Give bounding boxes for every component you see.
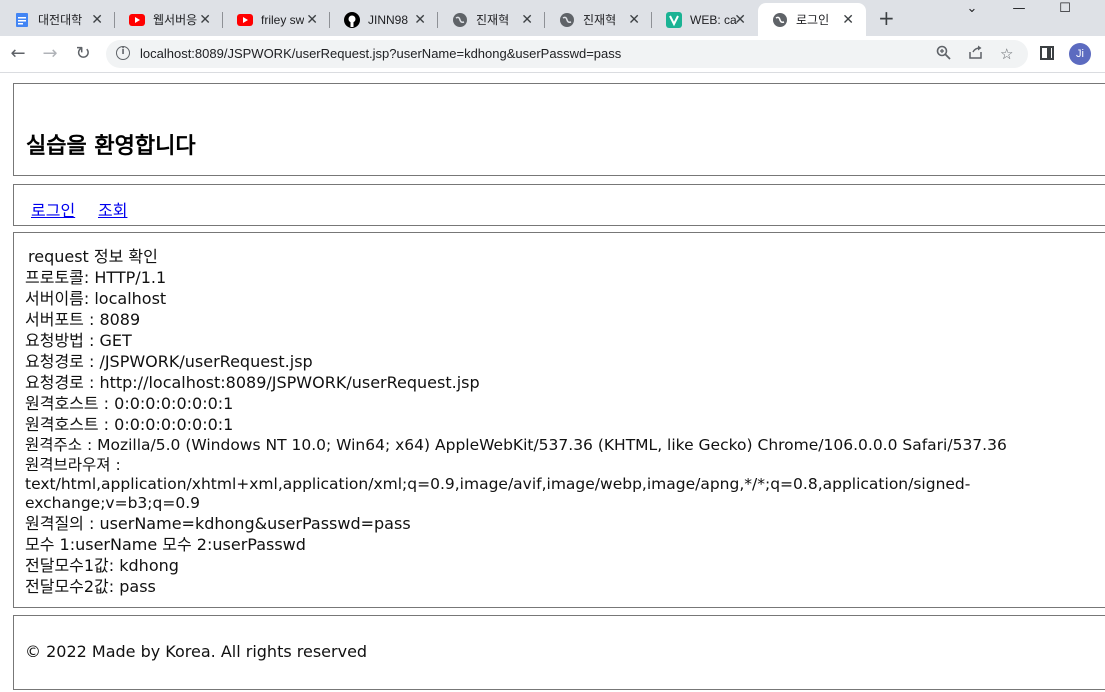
- star-icon[interactable]: ☆: [1000, 45, 1013, 63]
- content-section: request 정보 확인 프로토콜: HTTP/1.1 서버이름: local…: [13, 232, 1105, 608]
- close-icon[interactable]: ✕: [199, 11, 211, 27]
- globe-icon: [452, 12, 468, 28]
- tab-0[interactable]: 대전대학 ✕: [0, 3, 115, 36]
- tab-label: JINN98: [368, 12, 409, 27]
- maximize-icon[interactable]: ☐: [1042, 0, 1088, 20]
- remote-browser-line: 원격브라우져 : text/html,application/xhtml+xml…: [25, 456, 971, 512]
- footer-section: © 2022 Made by Korea. All rights reserve…: [13, 615, 1105, 690]
- info-icon[interactable]: i: [116, 46, 130, 60]
- address-bar[interactable]: i localhost:8089/JSPWORK/userRequest.jsp…: [106, 40, 1028, 68]
- tab-label: friley sw: [261, 12, 305, 27]
- method-line: 요청방법 : GET: [25, 331, 132, 350]
- chevron-down-icon[interactable]: ⌄: [949, 0, 995, 20]
- youtube-icon: [237, 12, 253, 28]
- close-icon[interactable]: ✕: [628, 11, 640, 27]
- tab-7-active[interactable]: 로그인 ✕: [758, 3, 866, 36]
- reload-icon[interactable]: ↻: [73, 44, 93, 64]
- page-body: 실습을 환영합니다 로그인 조회 request 정보 확인 프로토콜: HTT…: [0, 73, 1105, 692]
- request-info-list: request 정보 확인 프로토콜: HTTP/1.1 서버이름: local…: [25, 246, 1105, 597]
- param1-line: 전달모수1값: kdhong: [25, 556, 179, 575]
- close-icon[interactable]: ✕: [91, 11, 103, 27]
- tab-label: 웹서버응: [153, 13, 198, 27]
- close-icon[interactable]: ✕: [521, 11, 533, 27]
- side-panel-icon[interactable]: [1040, 46, 1054, 60]
- remote-address-line: 원격주소 : Mozilla/5.0 (Windows NT 10.0; Win…: [25, 436, 1007, 454]
- param2-line: 전달모수2값: pass: [25, 577, 156, 596]
- v-icon: [666, 11, 682, 28]
- remote-host-line: 원격호스트 : 0:0:0:0:0:0:0:1: [25, 415, 234, 434]
- share-icon[interactable]: [968, 45, 983, 64]
- back-icon[interactable]: ←: [8, 44, 28, 64]
- close-icon[interactable]: ✕: [306, 11, 318, 27]
- page-title: 실습을 환영합니다: [26, 134, 196, 159]
- zoom-icon[interactable]: [936, 45, 951, 64]
- server-name-line: 서버이름: localhost: [25, 289, 167, 308]
- remote-host-line: 원격호스트 : 0:0:0:0:0:0:0:1: [25, 394, 234, 413]
- tab-5[interactable]: 진재혁 ✕: [545, 3, 652, 36]
- tab-2[interactable]: friley sw ✕: [223, 3, 330, 36]
- avatar[interactable]: Ji: [1069, 43, 1091, 65]
- minimize-icon[interactable]: —: [996, 0, 1042, 20]
- youtube-icon: [129, 12, 145, 28]
- nav-section: 로그인 조회: [13, 184, 1105, 226]
- header-section: 실습을 환영합니다: [13, 83, 1105, 176]
- login-link[interactable]: 로그인: [31, 197, 75, 221]
- globe-icon: [559, 12, 575, 28]
- close-icon[interactable]: ✕: [734, 11, 746, 27]
- url-text[interactable]: localhost:8089/JSPWORK/userRequest.jsp?u…: [140, 46, 621, 61]
- tab-label: 로그인: [796, 13, 830, 27]
- params-line: 모수 1:userName 모수 2:userPasswd: [25, 535, 306, 554]
- server-port-line: 서버포트 : 8089: [25, 310, 141, 329]
- tab-6[interactable]: WEB: ca ✕: [652, 3, 758, 36]
- uri-line: 요청경로 : /JSPWORK/userRequest.jsp: [25, 352, 313, 371]
- tab-3[interactable]: JINN98 ✕: [330, 3, 438, 36]
- tab-strip: 대전대학 ✕ 웹서버응 ✕ friley sw ✕ JINN98 ✕ 진재혁 ✕: [0, 0, 1105, 36]
- tab-label: 진재혁: [583, 13, 617, 27]
- request-info-heading: request 정보 확인: [28, 247, 158, 266]
- forward-icon[interactable]: →: [40, 44, 60, 64]
- url-line: 요청경로 : http://localhost:8089/JSPWORK/use…: [25, 373, 480, 392]
- tab-1[interactable]: 웹서버응 ✕: [115, 3, 223, 36]
- new-tab-button[interactable]: +: [878, 8, 895, 28]
- close-icon[interactable]: ✕: [842, 11, 854, 27]
- protocol-line: 프로토콜: HTTP/1.1: [25, 268, 167, 287]
- github-icon: [344, 11, 360, 28]
- query-line: 원격질의 : userName=kdhong&userPasswd=pass: [25, 514, 411, 533]
- search-link[interactable]: 조회: [98, 197, 127, 221]
- close-icon[interactable]: ✕: [414, 11, 426, 27]
- tab-label: WEB: ca: [690, 12, 737, 27]
- copyright-text: © 2022 Made by Korea. All rights reserve…: [25, 642, 368, 661]
- tab-label: 진재혁: [476, 13, 510, 27]
- tab-label: 대전대학: [38, 13, 83, 27]
- browser-toolbar: ← → ↻ i localhost:8089/JSPWORK/userReque…: [0, 36, 1105, 73]
- globe-icon: [772, 12, 788, 28]
- tab-4[interactable]: 진재혁 ✕: [438, 3, 545, 36]
- doc-icon: [14, 12, 30, 28]
